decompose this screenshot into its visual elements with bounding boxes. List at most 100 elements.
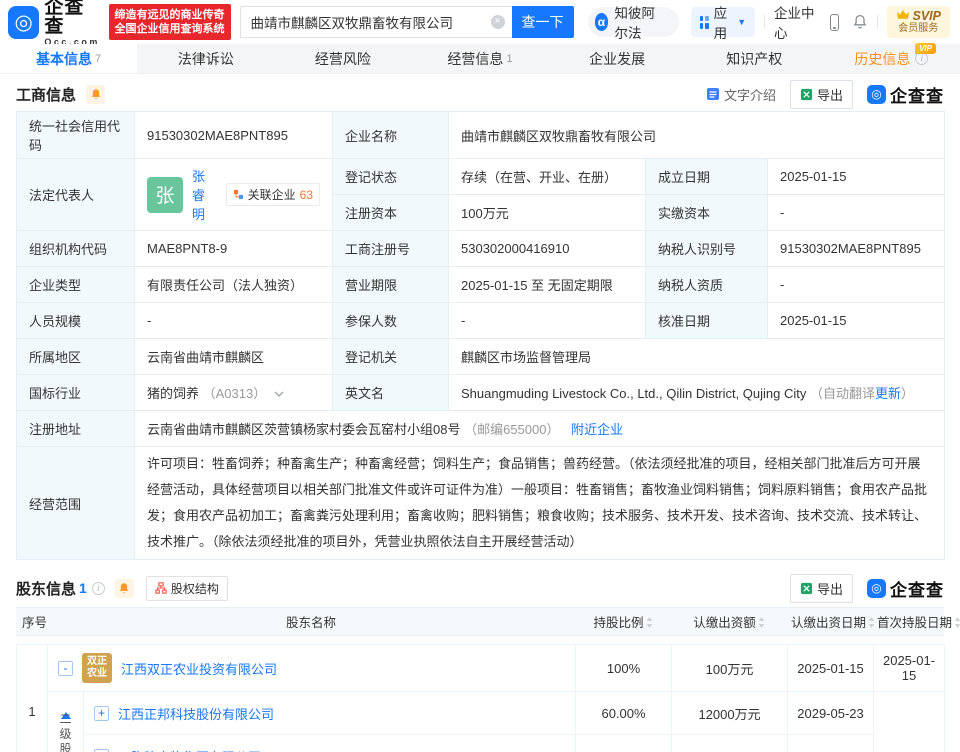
shareholders-count: 1 <box>79 580 87 596</box>
monitor-bell-icon[interactable] <box>115 579 134 598</box>
shareholders-table-header: 序号 股东名称 持股比例 认缴出资额 认缴出资日期 首次持股日期 <box>16 607 944 636</box>
field-value: - <box>768 267 945 303</box>
table-row: 注册地址 云南省曲靖市麒麟区茨营镇杨家村委会瓦窑村小组08号 （邮编655000… <box>17 411 945 447</box>
column-header-sortable[interactable]: 认缴出资日期 <box>787 608 873 636</box>
notification-bell-icon[interactable] <box>852 14 868 30</box>
expand-button[interactable]: + <box>94 706 109 721</box>
export-button[interactable]: 导出 <box>790 574 853 603</box>
alpha-entry[interactable]: α 知彼阿尔法 <box>588 7 679 37</box>
search-input[interactable] <box>240 6 512 38</box>
translate-update-link[interactable]: 更新 <box>875 386 901 401</box>
section-title: 工商信息 <box>16 84 76 105</box>
qcc-watermark: ◎ 企查查 <box>867 576 944 601</box>
english-name-cell: Shuangmuding Livestock Co., Ltd., Qilin … <box>449 375 945 411</box>
legal-rep-cell: 张 张睿明 关联企业 63 <box>135 159 333 231</box>
field-value: - <box>449 303 646 339</box>
expand-button[interactable]: + <box>94 749 109 752</box>
field-label: 英文名 <box>333 375 449 411</box>
avatar[interactable]: 张 <box>147 177 183 213</box>
field-label: 企业类型 <box>17 267 135 303</box>
table-row: 人员规模 - 参保人数 - 核准日期 2025-01-15 <box>17 303 945 339</box>
field-label: 统一社会信用代码 <box>17 112 135 159</box>
shareholder-row: 1 - 双正 农业 江西双正农业投资有限公司 100% 100万元 <box>17 645 945 692</box>
apps-menu[interactable]: 应用 ▼ <box>691 7 755 37</box>
qcc-logo-icon: ◎ <box>8 6 39 39</box>
tab-basic-info[interactable]: 基本信息 7 <box>0 44 137 73</box>
vip-badge: VIP <box>915 43 936 54</box>
field-value: 麒麟区市场监督管理局 <box>449 339 945 375</box>
section-actions: 文字介绍 导出 ◎ 企查查 <box>706 80 944 109</box>
qcc-logo-text: 企查查 Qcc.com <box>44 0 101 47</box>
english-name-value: Shuangmuding Livestock Co., Ltd., Qilin … <box>461 386 806 401</box>
auto-translate-note: （自动翻译 <box>810 386 875 401</box>
shareholder-link[interactable]: 江西正邦科技股份有限公司 <box>118 704 274 723</box>
tab-operating-info[interactable]: 经营信息 1 <box>411 44 548 73</box>
shareholder-link[interactable]: 江西双正农业投资有限公司 <box>121 659 277 678</box>
monitor-bell-icon[interactable] <box>86 85 105 104</box>
shareholders-section-header: 股东信息 1 i 股权结构 导出 ◎ 企查查 <box>16 574 944 602</box>
field-value: 云南省曲靖市麒麟区 <box>135 339 333 375</box>
related-companies-badge[interactable]: 关联企业 63 <box>226 183 320 206</box>
search-button[interactable]: 查一下 <box>512 6 574 38</box>
first-date-empty-cell <box>874 692 945 752</box>
tab-operating-risk[interactable]: 经营风险 <box>274 44 411 73</box>
field-label: 登记状态 <box>333 159 449 195</box>
tab-intellectual-property[interactable]: 知识产权 <box>686 44 823 73</box>
text-intro-button[interactable]: 文字介绍 <box>706 85 776 104</box>
nearby-companies-link[interactable]: 附近企业 <box>571 422 623 437</box>
alpha-label: 知彼阿尔法 <box>614 2 666 42</box>
field-value: 曲靖市麒麟区双牧鼎畜牧有限公司 <box>449 112 945 159</box>
shareholder-logo: 双正 农业 <box>82 653 112 683</box>
export-label: 导出 <box>817 579 843 598</box>
field-value: 100万元 <box>449 195 646 231</box>
related-label: 关联企业 <box>248 186 296 203</box>
field-label: 企业名称 <box>333 112 449 159</box>
info-icon[interactable]: i <box>92 582 105 595</box>
tab-label: 经营信息 <box>447 49 503 69</box>
table-row: 经营范围 许可项目：牲畜饲养；种畜禽生产；种畜禽经营；饲料生产；食品销售；兽药经… <box>17 447 945 560</box>
column-header-sortable[interactable]: 首次持股日期 <box>873 608 944 636</box>
qcc-logo[interactable]: ◎ 企查查 Qcc.com <box>8 0 102 47</box>
equity-structure-button[interactable]: 股权结构 <box>146 576 228 601</box>
search-clear-icon[interactable]: × <box>491 15 505 29</box>
date-value: 2025-01-15 <box>788 645 874 692</box>
field-label: 参保人数 <box>333 303 449 339</box>
tab-history-info[interactable]: 历史信息 VIP i <box>823 44 960 73</box>
logo-line: 双正 <box>87 656 107 668</box>
shareholder-link[interactable]: 双胞胎畜牧集团有限公司 <box>118 747 261 752</box>
field-label: 纳税人资质 <box>646 267 768 303</box>
apps-grid-icon <box>700 16 709 29</box>
chevron-down-icon[interactable] <box>274 385 284 400</box>
collapse-button[interactable]: - <box>58 661 73 676</box>
table-row: 法定代表人 张 张睿明 关联企业 63 登记状态 存续（在营、开业、在册） 成立… <box>17 159 945 195</box>
tab-legal-litigation[interactable]: 法律诉讼 <box>137 44 274 73</box>
top-header: ◎ 企查查 Qcc.com 缔造有远见的商业传奇 全国企业信用查询系统 × 查一… <box>0 0 960 44</box>
phone-icon[interactable] <box>830 14 839 31</box>
shareholder-name-cell: + 江西正邦科技股份有限公司 <box>84 692 576 735</box>
main-content: 工商信息 文字介绍 导出 ◎ 企查查 <box>0 79 960 752</box>
table-row: 所属地区 云南省曲靖市麒麟区 登记机关 麒麟区市场监督管理局 <box>17 339 945 375</box>
search-bar: × 查一下 <box>240 6 574 38</box>
qcc-brand-name: 企查查 <box>890 82 944 107</box>
legal-rep-link[interactable]: 张睿明 <box>192 166 217 223</box>
export-button[interactable]: 导出 <box>790 80 853 109</box>
field-value: - <box>135 303 333 339</box>
column-header-sortable[interactable]: 认缴出资额 <box>671 608 787 636</box>
shareholder-subrow: + 双胞胎畜牧集团有限公司 40.00% 8000万元 2029-05-23 <box>17 735 945 752</box>
industry-cell: 猪的饲养 （A0313） <box>135 375 333 411</box>
field-value: 存续（在营、开业、在册） <box>449 159 646 195</box>
tab-count: 1 <box>506 53 512 65</box>
enterprise-center-link[interactable]: 企业中心 <box>774 2 817 42</box>
svip-entry[interactable]: SVIP 会员服务 <box>887 6 951 38</box>
row-index: 1 <box>17 645 48 752</box>
field-label: 经营范围 <box>17 447 135 560</box>
tab-company-development[interactable]: 企业发展 <box>549 44 686 73</box>
column-header-sortable[interactable]: 持股比例 <box>575 608 671 636</box>
amount-value: 100万元 <box>672 645 788 692</box>
column-label: 认缴出资额 <box>693 616 756 630</box>
shareholder-name-cell: + 双胞胎畜牧集团有限公司 <box>84 735 576 752</box>
search-box: × <box>240 6 512 38</box>
industry-value: 猪的饲养 <box>147 386 199 401</box>
tab-label: 企业发展 <box>589 49 645 69</box>
tab-label: 经营风险 <box>315 49 371 69</box>
